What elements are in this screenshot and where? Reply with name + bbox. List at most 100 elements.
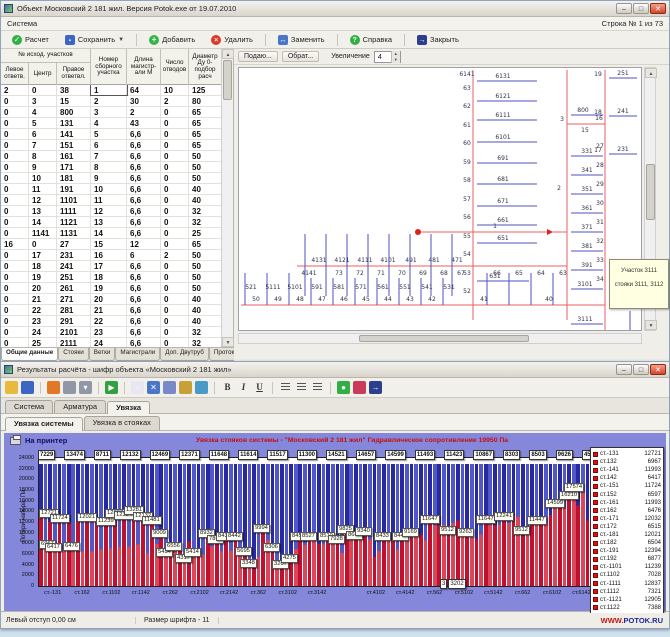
table-cell[interactable]: 0 [1,217,29,227]
tab-5[interactable]: Протокол расчёта [209,348,234,361]
table-cell[interactable]: 18 [29,261,57,271]
cut-icon[interactable]: ✕ [147,381,160,394]
table-cell[interactable]: 291 [57,316,91,326]
table-cell[interactable]: 40 [189,316,222,326]
table-cell[interactable]: 0 [1,162,29,172]
table-cell[interactable]: 11 [91,195,127,205]
table-cell[interactable]: 1141 [29,228,57,238]
table-cell[interactable]: 24 [91,338,127,347]
subtab-Увязка системы[interactable]: Увязка системы [5,417,83,431]
table-cell[interactable]: 7 [91,151,127,161]
table-cell[interactable]: 64 [127,85,161,95]
table-cell[interactable]: 0 [1,118,29,128]
table-cell[interactable]: 6 [29,129,57,139]
table-cell[interactable]: 21 [29,294,57,304]
table-cell[interactable]: 1131 [57,228,91,238]
table-cell[interactable]: 6,6 [127,316,161,326]
table-cell[interactable]: 0 [1,107,29,117]
maximize-button[interactable] [633,3,649,14]
table-cell[interactable]: 30 [127,96,161,106]
table-cell[interactable]: 25 [29,338,57,347]
table-cell[interactable]: 24 [29,327,57,337]
table-cell[interactable]: 7 [29,140,57,150]
table-cell[interactable]: 13 [91,217,127,227]
search-icon[interactable]: ○ [131,381,144,394]
table-cell[interactable]: 191 [57,184,91,194]
tab-3[interactable]: Магистрали [115,348,160,361]
table-cell[interactable]: 6,6 [127,173,161,183]
table-cell[interactable]: 0 [161,151,189,161]
table-cell[interactable]: 65 [189,107,222,117]
table-cell[interactable]: 0 [161,327,189,337]
table-cell[interactable]: 9 [29,162,57,172]
table-cell[interactable]: 0 [1,338,29,347]
table-cell[interactable]: 0 [161,195,189,205]
table-cell[interactable]: 50 [189,261,222,271]
bold-button[interactable]: B [221,381,234,394]
table-cell[interactable]: 2 [161,250,189,260]
table-cell[interactable]: 0 [161,140,189,150]
table-cell[interactable]: 0 [1,228,29,238]
table-cell[interactable]: 32 [189,206,222,216]
scroll-up-icon[interactable]: ▲ [222,49,234,59]
table-cell[interactable]: 10 [29,173,57,183]
table-cell[interactable]: 0 [29,85,57,95]
table-cell[interactable]: 6,6 [127,195,161,205]
table-cell[interactable]: 251 [57,272,91,282]
table-cell[interactable]: 38 [57,85,91,95]
table-cell[interactable]: 6,6 [127,327,161,337]
table-cell[interactable]: 1 [91,85,127,95]
scroll-up-icon[interactable]: ▲ [645,68,657,78]
italic-button[interactable]: I [237,381,250,394]
col-header[interactable]: Центр [29,63,57,85]
table-cell[interactable]: 0 [1,96,29,106]
table-cell[interactable]: 6,6 [127,206,161,216]
table-cell[interactable]: 6,6 [127,184,161,194]
print-icon[interactable] [63,381,76,394]
table-cell[interactable]: 50 [189,151,222,161]
table-cell[interactable]: 6,6 [127,217,161,227]
col-header[interactable]: Номер сборного участка [91,49,127,85]
table-cell[interactable]: 6,6 [127,261,161,271]
table-cell[interactable]: 0 [161,217,189,227]
table-cell[interactable]: 13 [29,206,57,216]
export-icon[interactable]: ▶ [105,381,118,394]
table-cell[interactable]: 181 [57,173,91,183]
table-cell[interactable]: 151 [57,140,91,150]
supply-button[interactable]: Подаю... [238,51,278,62]
table-cell[interactable]: 10 [91,184,127,194]
col-header[interactable]: Левое ответв. [1,63,29,85]
table-cell[interactable]: 0 [161,184,189,194]
table-cell[interactable]: 23 [91,327,127,337]
table-cell[interactable]: 271 [57,294,91,304]
close-button[interactable] [650,3,666,14]
scroll-down-icon[interactable]: ▼ [222,337,234,347]
save-icon[interactable] [21,381,34,394]
table-cell[interactable]: 19 [91,283,127,293]
col-header[interactable]: Диаметр Ду 0-подбор расч [189,49,222,85]
table-cell[interactable]: 0 [1,316,29,326]
align-left-icon[interactable] [279,381,292,394]
minimize-button[interactable] [616,364,632,375]
table-cell[interactable]: 40 [189,294,222,304]
table-cell[interactable]: 12 [29,195,57,205]
replace-button[interactable]: Заменить [271,33,332,47]
align-right-icon[interactable] [311,381,324,394]
table-cell[interactable]: 0 [161,316,189,326]
table-cell[interactable]: 9 [91,173,127,183]
insert-icon[interactable] [195,381,208,394]
table-cell[interactable]: 0 [161,305,189,315]
table-cell[interactable]: 1121 [57,217,91,227]
table-cell[interactable]: 50 [189,162,222,172]
table-cell[interactable]: 19 [29,272,57,282]
table-cell[interactable]: 23 [29,316,57,326]
table-cell[interactable]: 22 [91,316,127,326]
table-cell[interactable]: 3 [91,107,127,117]
table-cell[interactable]: 0 [161,261,189,271]
table-cell[interactable]: 0 [161,107,189,117]
calc-button[interactable]: Расчет [5,33,56,47]
open-icon[interactable] [5,381,18,394]
table-cell[interactable]: 16 [1,239,29,249]
table-cell[interactable]: 80 [189,96,222,106]
window1-titlebar[interactable]: Объект Московский 2 181 жил. Версия Poto… [1,1,669,17]
